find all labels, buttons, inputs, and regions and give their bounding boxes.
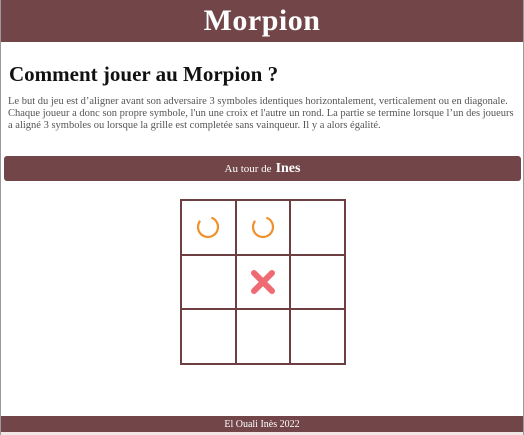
rules-line-2: Chaque joueur a donc son propre symbole,…: [8, 108, 514, 131]
rules-line-1: Le but du jeu est d’aligner avant son ad…: [8, 96, 508, 107]
board-cell-1[interactable]: [181, 200, 236, 255]
board-cell-4[interactable]: [181, 254, 236, 310]
board-cell-2[interactable]: [235, 200, 291, 255]
board-cell-3[interactable]: [290, 200, 345, 255]
board-cell-7[interactable]: [181, 309, 236, 364]
o-mark-icon: [251, 216, 275, 239]
game-board: [180, 199, 346, 365]
x-mark-icon: [250, 269, 275, 294]
page-header: Morpion: [1, 0, 523, 42]
rules-title: Comment jouer au Morpion ?: [9, 62, 279, 86]
o-mark-icon: [197, 216, 220, 239]
board-cell-8[interactable]: [235, 309, 291, 364]
footer-credit: El Ouali Inès 2022: [224, 418, 300, 430]
rules-text: Le but du jeu est d’aligner avant son ad…: [8, 96, 520, 132]
page-title: Morpion: [203, 4, 321, 37]
board-cell-6[interactable]: [290, 254, 345, 310]
turn-prefix: Au tour de: [224, 162, 272, 175]
page-footer: El Ouali Inès 2022: [1, 416, 523, 432]
current-player-name: Ines: [275, 160, 301, 176]
turn-indicator: Au tour de Ines: [4, 156, 521, 181]
board-cell-9[interactable]: [290, 309, 345, 364]
board-cell-5[interactable]: [235, 254, 291, 310]
